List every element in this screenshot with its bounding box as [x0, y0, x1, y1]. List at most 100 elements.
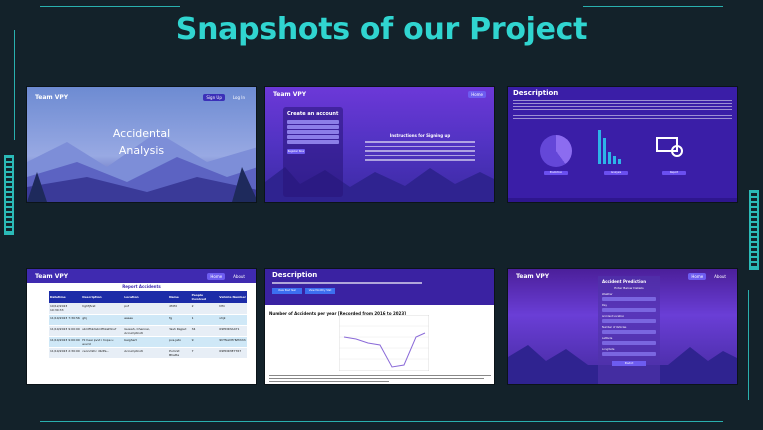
analysis-subtitle-line	[272, 282, 422, 284]
table-cell: 11/10/2023 9:00:00	[49, 336, 82, 348]
table-row: 11/10/2023 9:00:00 Hi heei pvvt i hope u…	[49, 336, 247, 348]
snapshot-landing-page: Team VPY Sign Up Log In Accidental Analy…	[26, 86, 257, 203]
brand-name: Team VPY	[35, 93, 69, 101]
table-cell: Yash Rajput	[168, 325, 191, 337]
view-monthly-stat-button[interactable]: View Monthly Stat	[305, 288, 335, 294]
table-cell: Guwah, Chennai, Accumptnoti	[123, 325, 169, 337]
table-cell: 1	[190, 314, 219, 326]
home-link[interactable]: Home	[688, 272, 707, 280]
table-cell: 11/10/2023 2:30:00	[49, 347, 82, 359]
table-cell: dfdfd	[168, 303, 191, 315]
magnifier-icon	[671, 145, 683, 157]
panel-title: Accident Prediction	[602, 279, 647, 284]
table-cell: 9	[190, 336, 219, 348]
column-header: Datetime	[49, 291, 82, 303]
signup-navbar: Team VPY Home	[265, 87, 494, 101]
home-link[interactable]: Home	[468, 90, 486, 98]
table-row: 11/10/2023 9:00:00 sbrdfhkdsbrdfhkefdnuf…	[49, 325, 247, 337]
field-label: Weather	[602, 293, 613, 296]
analysis-button[interactable]: Analysis	[604, 171, 628, 175]
weather-select[interactable]	[602, 297, 656, 301]
report-navbar: Team VPY Home About	[27, 269, 256, 283]
table-cell: hghfjfvst	[81, 303, 124, 315]
latitude-input[interactable]	[602, 341, 656, 345]
table-cell: 2	[190, 303, 219, 315]
left-bracket-decoration	[4, 155, 14, 235]
bar-chart-icon	[618, 159, 621, 164]
name-input[interactable]	[287, 120, 339, 124]
register-button[interactable]: Register Now	[287, 149, 305, 154]
report-button[interactable]: Report	[662, 171, 686, 175]
prediction-button[interactable]: Prediction	[544, 171, 568, 175]
frame-line-bottom	[40, 421, 723, 422]
table-cell: beighert	[123, 336, 169, 348]
brand-name: Team VPY	[273, 90, 307, 98]
column-header: Description	[81, 291, 124, 303]
vehicles-input[interactable]	[602, 330, 656, 334]
brand-name: Team VPY	[516, 272, 550, 280]
table-cell: 10/12/2023 10:30:33	[49, 303, 82, 315]
phone-input[interactable]	[287, 130, 339, 134]
table-cell: 11/10/2023 9:00:00	[49, 325, 82, 337]
accidents-line-chart	[339, 315, 429, 371]
field-label: Longitude	[602, 348, 615, 351]
landing-navbar: Team VPY Sign Up Log In	[27, 90, 256, 104]
paragraph-line	[269, 381, 389, 382]
about-link[interactable]: About	[230, 273, 248, 280]
table-cell: Pumnit Bhatta	[168, 347, 191, 359]
signup-form-card: Create an account Register Now	[283, 107, 343, 197]
page-footer	[508, 198, 737, 202]
home-link[interactable]: Home	[207, 272, 226, 280]
table-cell: 11/10/2023 7:30:56	[49, 314, 82, 326]
slide-frame: Snapshots of our Project Team VPY Sign U…	[0, 0, 763, 430]
snapshot-analysis-chart: Description View Past Year View Monthly …	[264, 268, 495, 385]
right-bracket-decoration	[749, 190, 759, 270]
panel-subtitle: Enter Below Details	[614, 286, 644, 290]
description-text-line	[513, 106, 732, 107]
frame-line-right	[748, 290, 749, 400]
longitude-input[interactable]	[602, 352, 656, 356]
instruction-line	[365, 154, 475, 156]
frame-line-top-right	[583, 6, 723, 7]
email-input[interactable]	[287, 125, 339, 129]
hero-text: Accidental Analysis	[27, 125, 256, 159]
snapshot-signup-page: Team VPY Home Create an account Register…	[264, 86, 495, 203]
location-input[interactable]	[602, 319, 656, 323]
table-cell: Hi heei pvvt i hope u evvnt	[81, 336, 124, 348]
password-input[interactable]	[287, 135, 339, 139]
table-cell: 09HDR3E7767	[218, 347, 247, 359]
description-text-line	[513, 118, 732, 119]
frame-line-top-left	[40, 6, 180, 7]
column-header: People Involved	[190, 291, 219, 303]
analysis-title: Description	[272, 271, 318, 279]
signup-link[interactable]: Sign Up	[203, 93, 225, 101]
login-link[interactable]: Log In	[230, 94, 248, 101]
analysis-header: Description View Past Year View Monthly …	[265, 269, 494, 305]
snapshot-prediction-page: Team VPY Home About Accident Prediction …	[507, 268, 738, 385]
description-title: Description	[513, 89, 559, 97]
paragraph-line	[269, 378, 484, 379]
table-cell: ghj	[81, 314, 124, 326]
prediction-form-panel: Accident Prediction Enter Below Details …	[598, 276, 660, 384]
brand-name: Team VPY	[35, 272, 69, 280]
description-text-line	[513, 115, 732, 116]
column-header: Location	[123, 291, 169, 303]
table-cell: eases	[123, 314, 169, 326]
about-link[interactable]: About	[711, 273, 729, 280]
predict-button[interactable]: Predict	[612, 361, 646, 366]
table-row: 11/10/2023 7:30:56 ghj eases fg 1 vhjk	[49, 314, 247, 326]
hero-line-1: Accidental	[112, 127, 171, 140]
day-select[interactable]	[602, 308, 656, 312]
field-label: Day	[602, 304, 607, 307]
table-cell: pvs.jato	[168, 336, 191, 348]
description-text-line	[513, 109, 732, 110]
table-cell: 34	[190, 325, 219, 337]
confirm-password-input[interactable]	[287, 140, 339, 144]
table-row: 10/12/2023 10:30:33 hghfjfvst pvf dfdfd …	[49, 303, 247, 315]
table-cell: vhjk	[218, 314, 247, 326]
snapshot-description-page: Description Prediction Analysis Report	[507, 86, 738, 203]
instruction-line	[365, 145, 475, 147]
table-header-row: Datetime Description Location Name Peopl…	[49, 291, 247, 303]
instruction-line	[365, 150, 475, 152]
view-past-year-button[interactable]: View Past Year	[272, 288, 302, 294]
